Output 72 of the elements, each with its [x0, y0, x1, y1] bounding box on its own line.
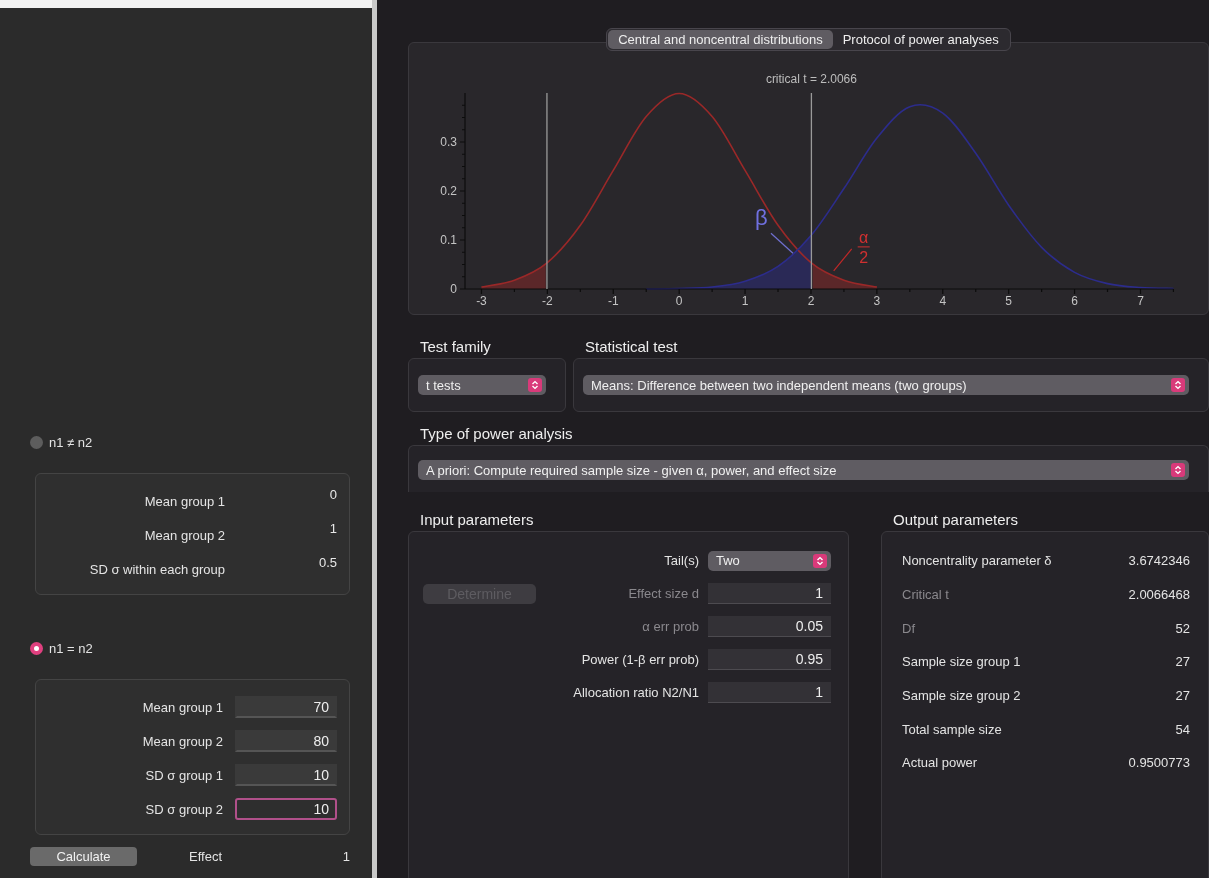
axis-tick-label: 0 — [450, 282, 457, 296]
input-field[interactable]: 10 — [235, 764, 337, 786]
field-label: SD σ within each group — [88, 561, 226, 577]
parameter-label: Sample size group 1 — [902, 654, 1021, 670]
section-title: Input parameters — [420, 511, 535, 529]
field-value: 0.5 — [317, 554, 337, 570]
dropdown[interactable]: t tests — [418, 375, 546, 395]
field-label: Mean group 1 — [141, 699, 224, 715]
parameter-label: Power (1-β err prob) — [580, 652, 699, 667]
tab[interactable]: Protocol of power analyses — [832, 30, 1009, 49]
field-value: 1 — [328, 520, 337, 536]
beta-label: β — [754, 205, 768, 231]
effect-value: 1 — [342, 849, 350, 864]
axis-tick-label: 6 — [1071, 294, 1078, 308]
axis-tick-label: -3 — [476, 294, 487, 308]
field-label: Mean group 2 — [143, 527, 226, 543]
critical-value-label: critical t = 2.0066 — [765, 72, 857, 86]
parameter-label: Noncentrality parameter δ — [902, 553, 1052, 569]
dropdown[interactable]: A priori: Compute required sample size - given α, power, and effect size — [418, 460, 1189, 480]
section-title: Type of power analysis — [420, 425, 574, 443]
alpha-label: α — [859, 228, 869, 246]
parameter-label: Actual power — [902, 755, 978, 771]
tab[interactable]: Central and noncentral distributions — [608, 30, 833, 49]
parameter-label: Critical t — [902, 587, 949, 603]
parameter-label: Df — [902, 620, 915, 636]
section-title: Output parameters — [893, 511, 1020, 529]
parameter-label: Effect size d — [627, 586, 699, 601]
parameter-value: 27 — [1175, 688, 1190, 704]
input-field[interactable]: 1 — [708, 583, 831, 604]
parameter-value: 52 — [1175, 620, 1190, 636]
field-label: SD σ group 2 — [144, 801, 224, 817]
input-field[interactable]: 10 — [235, 798, 337, 820]
axis-tick-label: 3 — [873, 294, 881, 308]
dropdown[interactable]: Means: Difference between two independent means (two groups) — [583, 375, 1189, 395]
dropdown[interactable]: Two — [708, 550, 831, 571]
field-label: Mean group 2 — [141, 733, 224, 749]
axis-tick-label: 0.1 — [440, 233, 457, 247]
field-label: SD σ group 1 — [144, 767, 224, 783]
axis-tick-label: 4 — [939, 294, 947, 308]
radio-label[interactable]: n1 ≠ n2 — [49, 434, 93, 450]
radio-label[interactable]: n1 = n2 — [49, 640, 93, 656]
axis-tick-label: 2 — [807, 294, 815, 308]
parameter-value: 54 — [1175, 721, 1190, 737]
effect-label: Effect — [189, 849, 222, 864]
parameter-label: α err prob — [641, 619, 699, 634]
alpha-denominator: 2 — [859, 248, 869, 266]
parameter-label: Sample size group 2 — [902, 688, 1021, 704]
axis-tick-label: 5 — [1005, 294, 1012, 308]
parameter-value: 0.9500773 — [1128, 755, 1190, 771]
parameter-label: Total sample size — [902, 721, 1002, 737]
parameter-value: 2.0066468 — [1128, 587, 1190, 603]
input-field[interactable]: 1 — [708, 682, 831, 703]
input-field[interactable]: 0.95 — [708, 649, 831, 670]
axis-tick-label: -1 — [607, 294, 619, 308]
axis-tick-label: 0 — [675, 294, 683, 308]
parameter-value: 27 — [1175, 654, 1190, 670]
axis-tick-label: 7 — [1137, 294, 1144, 308]
input-field[interactable]: 80 — [235, 730, 337, 752]
input-field[interactable]: 0.05 — [708, 616, 831, 637]
parameter-value: 3.6742346 — [1128, 553, 1190, 569]
calculate-button[interactable]: Calculate — [30, 847, 137, 866]
axis-tick-label: 0.3 — [440, 135, 457, 149]
field-label: Mean group 1 — [143, 493, 226, 509]
axis-tick-label: -2 — [542, 294, 553, 308]
input-field[interactable]: 70 — [235, 696, 337, 718]
section-title: Test family — [420, 338, 492, 356]
field-value: 0 — [328, 486, 337, 502]
section-title: Statistical test — [585, 338, 679, 356]
axis-tick-label: 1 — [741, 294, 749, 308]
parameter-label: Tail(s) — [663, 553, 699, 568]
parameter-label: Allocation ratio N2/N1 — [572, 685, 699, 700]
axis-tick-label: 0.2 — [440, 184, 457, 198]
